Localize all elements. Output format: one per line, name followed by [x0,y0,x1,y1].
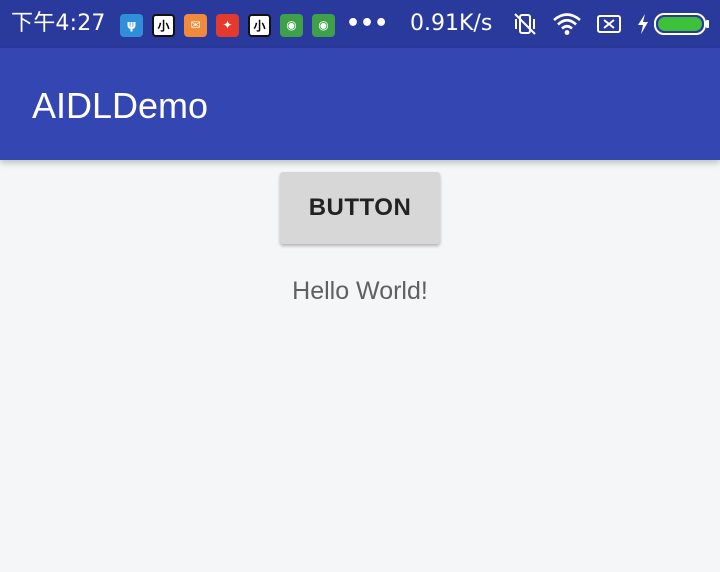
network-speed: 0.91K/s [410,11,493,36]
charging-icon [636,13,650,35]
vibrate-silent-icon [512,11,538,37]
status-time: 下午4:27 [11,11,106,36]
system-icons [498,10,710,38]
comic-app-icon: 小 [248,13,271,37]
comic-app-icon: 小 [152,13,175,37]
android-app-icon: ◉ [280,13,303,37]
wifi-icon [552,12,582,36]
app-bar: AIDLDemo [0,48,720,160]
status-bar: 下午4:27 ψ 小 ✉ ✦ 小 ◉ ◉ ••• 0.91K/s [0,0,720,48]
pin-app-icon: ψ [120,13,143,37]
game-app-icon: ✦ [216,13,239,37]
app-title: AIDLDemo [32,85,209,126]
main-button[interactable]: BUTTON [280,172,440,244]
notification-icons: ψ 小 ✉ ✦ 小 ◉ ◉ ••• [120,12,388,38]
android-app-icon: ◉ [312,13,335,37]
battery-icon [654,12,710,36]
no-sim-icon [596,13,622,35]
hello-world-text: Hello World! [292,277,428,305]
mail-app-icon: ✉ [184,13,207,37]
main-content: BUTTON Hello World! [0,160,720,572]
overflow-indicator: ••• [346,11,389,36]
